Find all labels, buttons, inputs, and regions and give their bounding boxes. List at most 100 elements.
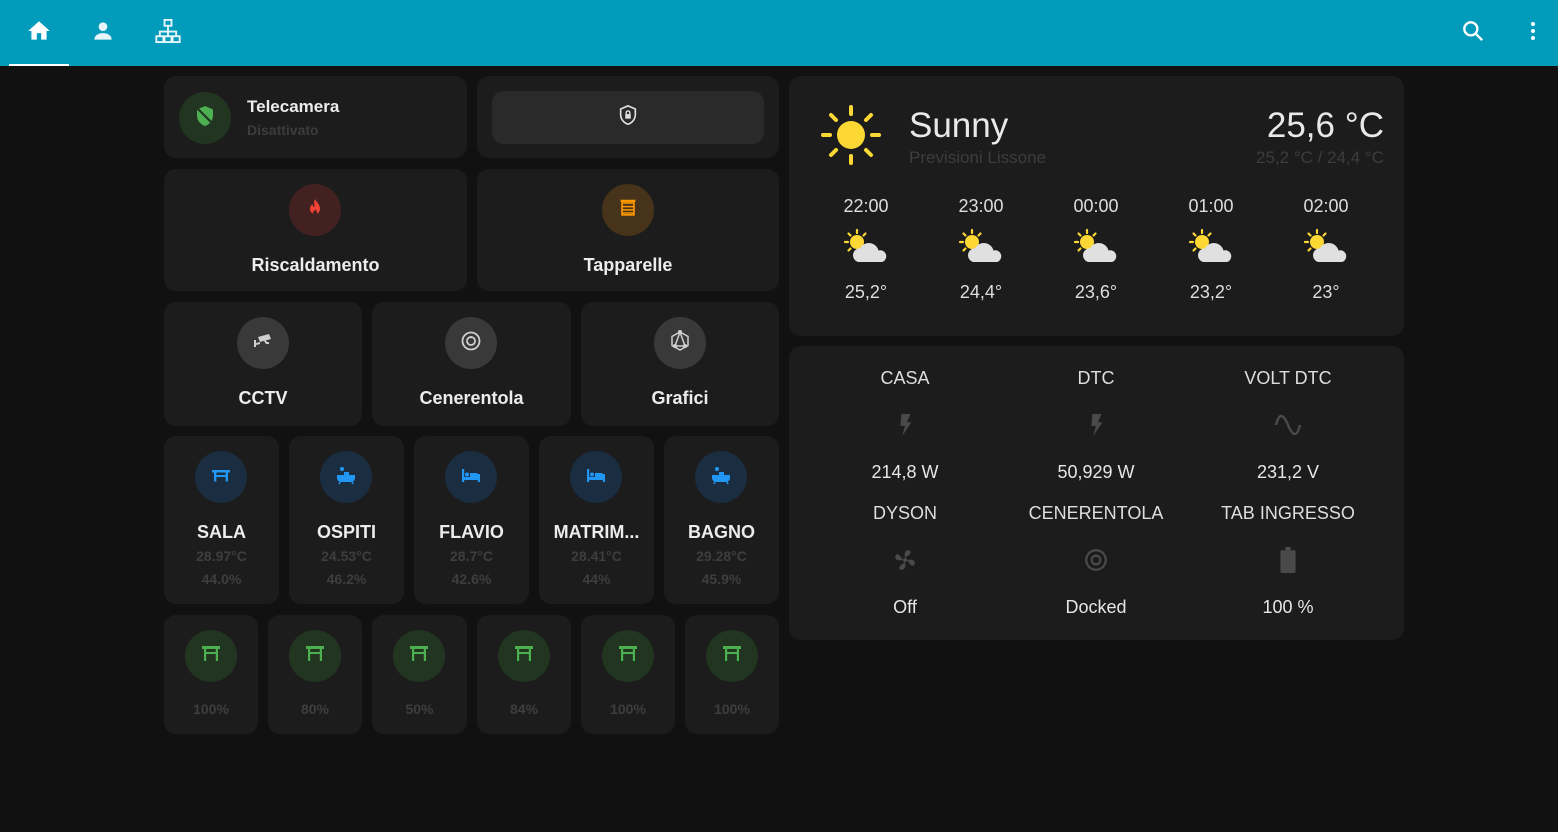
tab-network[interactable] (138, 0, 198, 66)
entity-name: VOLT DTC (1244, 368, 1332, 388)
search-icon (1460, 18, 1486, 49)
partly-cloudy-icon (1187, 228, 1235, 273)
forecast-temperature: 25,2° (844, 282, 888, 302)
room-temperature: 28.41°C (571, 548, 622, 564)
nav-card-cenerentola[interactable]: Cenerentola (372, 302, 571, 426)
sine-wave-icon (1274, 413, 1302, 442)
glance-item-cenerentola[interactable]: CENERENTOLA Docked (1006, 503, 1186, 618)
blind-position: 50% (405, 701, 434, 717)
blind-card[interactable]: 84% (477, 615, 571, 734)
nav-card-cctv[interactable]: CCTV (164, 302, 362, 426)
room-icon-badge (195, 451, 247, 503)
weather-temperature: 25,6 °C (1266, 106, 1384, 145)
window-shutter-icon (616, 642, 640, 671)
window-shutter-icon (512, 642, 536, 671)
entity-value: Off (893, 597, 917, 617)
entity-value: 50,929 W (1057, 462, 1135, 482)
room-card-ospiti[interactable]: OSPITI 24.53°C 46.2% (289, 436, 404, 604)
tab-home[interactable] (9, 0, 69, 66)
alarm-state: Disattivato (247, 122, 319, 138)
alarm-name: Telecamera (247, 97, 340, 116)
blind-icon-badge (498, 630, 550, 682)
glance-item-dyson[interactable]: DYSON Off (815, 503, 995, 618)
forecast-time: 01:00 (1188, 196, 1234, 216)
graph-icon (668, 329, 692, 358)
nav-card-riscaldamento[interactable]: Riscaldamento (164, 169, 467, 291)
cenerentola-label: Cenerentola (419, 388, 524, 408)
flash-icon (894, 412, 916, 443)
weather-condition: Sunny (909, 106, 1009, 145)
entity-name: DYSON (872, 503, 937, 523)
forecast-item: 23:00 24,4° (931, 196, 1031, 303)
grafici-label: Grafici (651, 388, 709, 408)
robot-vacuum-icon (1083, 547, 1109, 578)
nav-card-tapparelle[interactable]: Tapparelle (477, 169, 779, 291)
sunny-icon (819, 103, 883, 172)
room-card-matrimoniale[interactable]: MATRIM... 28.41°C 44% (539, 436, 654, 604)
bath-icon (709, 463, 733, 492)
blind-card[interactable]: 100% (581, 615, 675, 734)
riscaldamento-icon-badge (289, 184, 341, 236)
alarm-entity-card[interactable]: Telecamera Disattivato (164, 76, 467, 158)
grafici-icon-badge (654, 317, 706, 369)
room-icon-badge (695, 451, 747, 503)
nav-card-grafici[interactable]: Grafici (581, 302, 779, 426)
window-shutter-icon (407, 642, 431, 671)
bed-icon (459, 463, 483, 492)
alarm-icon-badge (179, 92, 231, 144)
room-icon-badge (445, 451, 497, 503)
forecast-item: 02:00 23° (1276, 196, 1376, 303)
partly-cloudy-icon (1072, 228, 1120, 273)
room-card-sala[interactable]: SALA 28.97°C 44.0% (164, 436, 279, 604)
blind-position: 100% (193, 701, 229, 717)
riscaldamento-label: Riscaldamento (251, 255, 380, 275)
weather-forecast-card[interactable]: Sunny Previsioni Lissone 25,6 °C 25,2 °C… (789, 76, 1404, 336)
arm-alarm-button[interactable] (492, 91, 764, 144)
blind-card[interactable]: 50% (372, 615, 467, 734)
entity-name: TAB INGRESSO (1221, 503, 1355, 523)
cctv-label: CCTV (238, 388, 288, 408)
window-shutter-icon (199, 642, 223, 671)
forecast-item: 00:00 23,6° (1046, 196, 1146, 303)
room-temperature: 29.28°C (696, 548, 747, 564)
forecast-item: 01:00 23,2° (1161, 196, 1261, 303)
overflow-menu-button[interactable] (1512, 12, 1554, 54)
forecast-time: 23:00 (958, 196, 1004, 216)
room-icon-badge (320, 451, 372, 503)
blind-position: 80% (300, 701, 330, 717)
glance-item-casa[interactable]: CASA 214,8 W (815, 368, 995, 483)
entity-name: CASA (880, 368, 930, 388)
blind-card[interactable]: 80% (268, 615, 362, 734)
robot-vacuum-icon (459, 329, 483, 358)
cenerentola-icon-badge (445, 317, 497, 369)
room-temperature: 24.53°C (321, 548, 372, 564)
weather-location: Previsioni Lissone (909, 148, 1047, 167)
entity-value: 231,2 V (1256, 462, 1320, 482)
tapparelle-icon-badge (602, 184, 654, 236)
blind-card[interactable]: 100% (164, 615, 258, 734)
forecast-temperature: 23,6° (1074, 282, 1118, 302)
blind-icon-badge (706, 630, 758, 682)
flash-icon (1085, 412, 1107, 443)
shield-off-icon (193, 104, 217, 133)
glance-item-dtc[interactable]: DTC 50,929 W (1006, 368, 1186, 483)
glance-item-volt-dtc[interactable]: VOLT DTC 231,2 V (1198, 368, 1378, 483)
room-name: SALA (197, 522, 246, 542)
weather-high-low: 25,2 °C / 24,4 °C (1256, 148, 1384, 167)
room-icon-badge (570, 451, 622, 503)
partly-cloudy-icon (842, 228, 890, 273)
room-name: BAGNO (688, 522, 755, 542)
tab-person[interactable] (73, 0, 133, 66)
forecast-temperature: 23,2° (1189, 282, 1233, 302)
glance-item-tab-ingresso[interactable]: TAB INGRESSO 100 % (1198, 503, 1378, 618)
tapparelle-label: Tapparelle (583, 255, 673, 275)
search-button[interactable] (1452, 12, 1494, 54)
room-humidity: 42.6% (451, 571, 492, 587)
shield-lock-icon (617, 104, 639, 131)
top-app-bar (0, 0, 1558, 66)
blind-card[interactable]: 100% (685, 615, 779, 734)
room-humidity: 46.2% (326, 571, 367, 587)
room-card-bagno[interactable]: BAGNO 29.28°C 45.9% (664, 436, 779, 604)
room-card-flavio[interactable]: FLAVIO 28.7°C 42.6% (414, 436, 529, 604)
room-name: OSPITI (316, 522, 376, 542)
